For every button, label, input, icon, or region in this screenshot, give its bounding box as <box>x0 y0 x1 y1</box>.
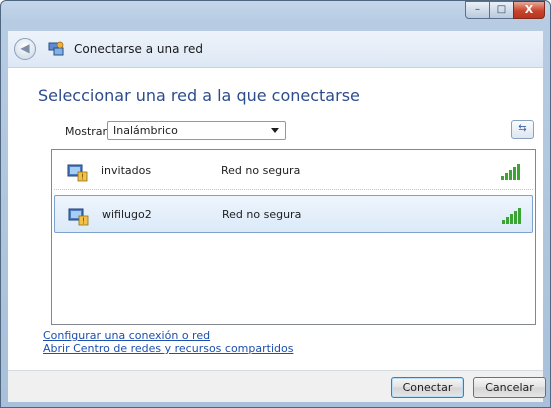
cancel-button[interactable]: Cancelar <box>473 377 546 398</box>
minimize-button[interactable]: – <box>465 1 490 19</box>
network-list[interactable]: ! invitados Red no segura ! wifilugo2 Re… <box>51 149 536 325</box>
wizard-header: ◀ Conectarse a una red <box>8 31 543 68</box>
window-title: Conectarse a una red <box>74 42 203 56</box>
page-heading: Seleccionar una red a la que conectarse <box>38 86 360 105</box>
close-button[interactable]: X <box>513 1 545 19</box>
signal-strength-icon <box>502 208 521 224</box>
signal-strength-icon <box>501 164 520 180</box>
maximize-icon: □ <box>496 4 507 15</box>
back-button[interactable]: ◀ <box>14 38 36 60</box>
button-bar: Conectar Cancelar <box>8 370 546 402</box>
network-security: Red no segura <box>222 208 302 221</box>
chevron-down-icon <box>271 128 279 133</box>
setup-connection-link[interactable]: Configurar una conexión o red <box>43 329 210 342</box>
back-arrow-icon: ◀ <box>20 41 30 55</box>
minimize-icon: – <box>475 4 480 15</box>
dialog-window: – □ X ◀ Conectarse a una red Seleccionar… <box>0 0 551 408</box>
maximize-button[interactable]: □ <box>489 1 514 19</box>
network-type-dropdown[interactable]: Inalámbrico <box>107 121 286 140</box>
dropdown-value: Inalámbrico <box>113 124 178 137</box>
network-name: invitados <box>101 164 152 177</box>
network-globe-icon <box>48 41 64 56</box>
network-security: Red no segura <box>221 164 301 177</box>
filter-label: Mostrar <box>65 125 108 138</box>
svg-text:!: ! <box>82 217 85 226</box>
network-item[interactable]: ! invitados Red no segura <box>54 152 533 190</box>
network-name: wifilugo2 <box>102 208 152 221</box>
svg-text:!: ! <box>81 173 84 182</box>
wireless-network-icon: ! <box>67 164 88 182</box>
close-icon: X <box>524 3 534 16</box>
main-content: Seleccionar una red a la que conectarse … <box>8 68 543 371</box>
network-center-link[interactable]: Abrir Centro de redes y recursos compart… <box>43 342 293 355</box>
title-bar: – □ X <box>1 1 550 31</box>
connect-button[interactable]: Conectar <box>391 377 464 398</box>
refresh-button[interactable]: ⇆ <box>511 120 534 139</box>
refresh-icon: ⇆ <box>518 123 527 134</box>
wireless-network-icon: ! <box>68 208 89 226</box>
network-item-selected[interactable]: ! wifilugo2 Red no segura <box>54 195 533 233</box>
